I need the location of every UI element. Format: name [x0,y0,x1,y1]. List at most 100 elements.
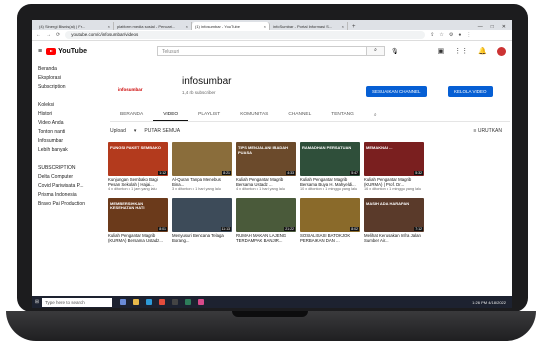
video-title[interactable]: Melihat Kerusakan Infra Jalan Sumber Air… [364,233,424,243]
video-card[interactable]: MASIH ADA HARAPAN 7:12 Melihat Kerusakan I… [364,197,424,243]
sidebar-item[interactable]: Eksplorasi [32,74,102,83]
video-title[interactable]: Kuliah Pengantar Magrib Bersama Ustadz .… [236,177,296,187]
video-meta: 4 x ditonton • 1 jam yang lalu [108,187,157,191]
close-icon[interactable]: × [342,24,344,29]
customize-channel-button[interactable]: SESUAIKAN CHANNEL [366,86,427,97]
share-icon[interactable]: ⇪ [430,32,434,38]
sidebar-item[interactable]: Beranda [32,65,102,74]
sidebar-item[interactable]: Subscription [32,83,102,92]
sidebar-item[interactable]: Covid Pariwisata P... [32,182,102,191]
video-thumbnail[interactable]: 8:02 [300,197,360,232]
profile-icon[interactable]: ● [458,32,461,38]
store-icon[interactable] [172,299,178,305]
sort-button[interactable]: ≡ URUTKAN [474,128,510,138]
video-card[interactable]: 8:02 SOSIALISASI BATOKJOK PERBAIKAN DAN .… [300,197,360,243]
video-thumbnail[interactable]: 11:13 [172,197,232,232]
system-tray: 1:26 PM 4/18/2022 [472,300,512,305]
search-icon[interactable]: ⌕ [367,46,385,56]
tab-video[interactable]: VIDEO [153,110,189,121]
video-title[interactable]: Kuliah Pengantar Magrib (KURMA) Bersama … [108,233,168,243]
windows-start-icon[interactable]: ⊞ [32,299,42,305]
video-title[interactable]: Kuliah Pengantar Magrib (KURMA) | Prof. … [364,177,424,187]
video-title[interactable]: SOSIALISASI BATOKJOK PERBAIKAN DAN ... [300,233,360,243]
extension-icon[interactable]: ⚙ [449,32,453,38]
video-card[interactable]: MEMBERSIHKAN KESEHATAN HATI 8:01 Kuliah Pe… [108,197,168,243]
notification-icon[interactable]: 🔔 [478,47,487,55]
browser-tab-bar: (4) Sinergi Bisnis(ai) | Fr... × platform… [32,20,512,30]
video-card[interactable]: RAMADHAN PERSATUAN 5:47 Kuliah Pengantar M… [300,142,360,192]
sidebar-item[interactable]: Tonton nanti [32,128,102,137]
browser-tab[interactable]: (4) Sinergi Bisnis(ai) | Fr... × [36,22,114,30]
forward-icon[interactable]: → [46,32,51,38]
video-card[interactable]: 11:13 Menyusuri Bencana Telaga Borang... [172,197,232,243]
tab-beranda[interactable]: BERANDA [110,110,153,121]
sidebar-item[interactable]: SUBSCRIPTION [32,164,102,173]
play-all-button[interactable]: PUTAR SEMUA [144,128,180,138]
youtube-logo[interactable]: YouTube [46,47,87,55]
tab-label: (1) infosumbar - YouTube [195,24,240,29]
video-thumbnail[interactable]: MASIH ADA HARAPAN 7:12 [364,197,424,232]
back-icon[interactable]: ← [36,32,41,38]
upload-dropdown[interactable]: Upload [110,128,126,138]
sidebar-item[interactable]: Delta Computer [32,173,102,182]
video-card[interactable]: TIPS MENJALANI IBADAH PUASA 4:33 Kuliah Pe… [236,142,296,192]
video-duration: 7:12 [414,226,423,231]
star-icon[interactable]: ☆ [439,32,443,38]
video-thumbnail[interactable]: MEMAKNAI ... 5:32 [364,142,424,176]
windows-taskbar: ⊞ Type here to search 1:26 PM 4/18/2022 [32,296,512,308]
close-icon[interactable]: × [108,24,110,29]
sidebar-item[interactable]: Koleksi [32,101,102,110]
sidebar-item[interactable]: Video Anda [32,119,102,128]
sidebar-item[interactable]: Histori [32,110,102,119]
avatar[interactable] [497,46,506,56]
task-view-icon[interactable] [120,299,126,305]
channel-search-icon[interactable]: ⌕ [364,110,387,121]
chevron-down-icon[interactable]: ▾ [134,128,137,138]
create-video-icon[interactable]: ▣ [438,47,445,55]
close-icon[interactable]: × [264,24,266,29]
video-card[interactable]: FUNGSI PAKET SEMBAKO 1:12 Kunjungan Sembak… [108,142,168,192]
tab-tentang[interactable]: TENTANG [321,110,364,121]
video-thumbnail[interactable]: MEMBERSIHKAN KESEHATAN HATI 8:01 [108,197,168,232]
tab-komunitas[interactable]: KOMUNITAS [230,110,278,121]
video-thumbnail[interactable]: FUNGSI PAKET SEMBAKO 1:12 [108,142,168,176]
edge-icon[interactable] [146,299,152,305]
app-icon[interactable] [185,299,191,305]
app-icon[interactable] [198,299,204,305]
hamburger-icon[interactable]: ≡ [38,48,42,55]
video-card[interactable]: 8:21 Al-Quran Tanpa Menebus Bina... 3 x di… [172,142,232,192]
manage-videos-button[interactable]: KELOLA VIDEO [448,86,493,97]
browser-tab[interactable]: infoSumbar - Portal Informasi S... × [270,22,348,30]
chrome-icon[interactable] [159,299,165,305]
tab-label: platform media sosial - Pencari... [117,24,176,29]
video-thumbnail[interactable]: TIPS MENJALANI IBADAH PUASA 4:33 [236,142,296,176]
video-thumbnail[interactable]: 21:22 [236,197,296,232]
browser-tab[interactable]: platform media sosial - Pencari... × [114,22,192,30]
video-duration: 4:33 [286,171,295,175]
mic-icon[interactable]: 🎙 [391,48,399,55]
apps-icon[interactable]: ⋮⋮ [454,47,468,55]
taskbar-search-input[interactable]: Type here to search [42,297,112,307]
browser-tab-active[interactable]: (1) infosumbar - YouTube × [192,22,270,30]
video-title[interactable]: Al-Quran Tanpa Menebus Bina... [172,177,232,187]
menu-icon[interactable]: ⋮ [466,32,471,38]
tab-playlist[interactable]: PLAYLIST [188,110,230,121]
video-title[interactable]: Menyusuri Bencana Telaga Borang... [172,233,232,243]
search-input[interactable]: Telusuri [157,46,367,56]
sidebar-item[interactable]: Lebih banyak [32,146,102,155]
sidebar-item[interactable]: Infosumbar [32,137,102,146]
video-title[interactable]: RUMAH MAKAN LAJENG TERDAMPAK BANJIR... [236,233,296,243]
sidebar-item[interactable]: Bravo Pai Production [32,200,102,209]
video-title[interactable]: Kunjungan Sembako Bagi Pesan Sekolah | H… [108,177,168,187]
reload-icon[interactable]: ⟳ [56,32,60,38]
tab-channel[interactable]: CHANNEL [278,110,321,121]
video-thumbnail[interactable]: 8:21 [172,142,232,176]
video-card[interactable]: 21:22 RUMAH MAKAN LAJENG TERDAMPAK BANJIR… [236,197,296,243]
video-thumbnail[interactable]: RAMADHAN PERSATUAN 5:47 [300,142,360,176]
close-icon[interactable]: × [186,24,188,29]
video-title[interactable]: Kuliah Pengantar Magrib Bersama Buya H. … [300,177,360,187]
url-field[interactable]: youtube.com/c/infosumbar/videos [65,31,426,39]
file-explorer-icon[interactable] [133,299,139,305]
sidebar-item[interactable]: Prisma Indonesia [32,191,102,200]
video-card[interactable]: MEMAKNAI ... 5:32 Kuliah Pengantar Magrib … [364,142,424,192]
